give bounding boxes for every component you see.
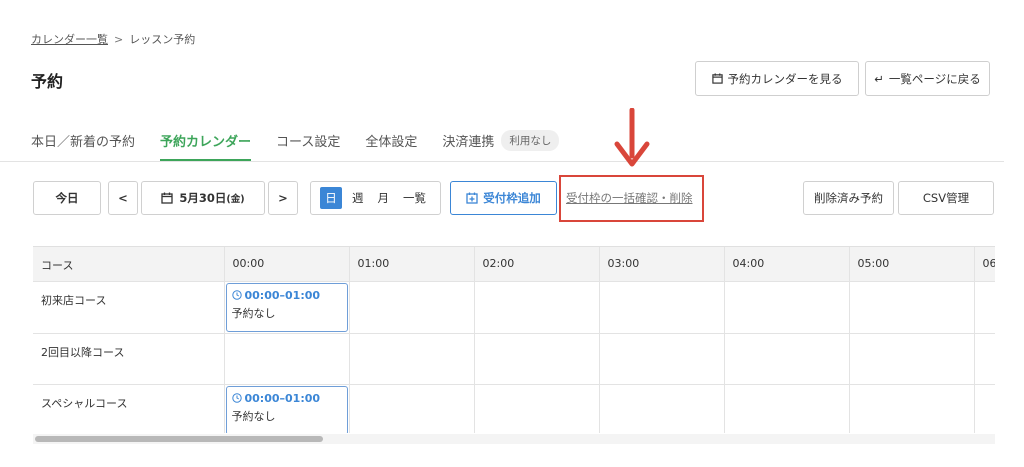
tab-payment-label: 決済連携: [442, 134, 495, 150]
view-month-button[interactable]: 月: [378, 190, 390, 206]
reservation-slot[interactable]: 00:00–01:00 予約なし: [225, 282, 348, 332]
slot-status: 予約なし: [231, 306, 276, 320]
time-cell[interactable]: [224, 333, 350, 385]
slot-time: 00:00–01:00: [244, 288, 321, 302]
csv-management-button[interactable]: CSV管理: [898, 181, 994, 215]
time-cell[interactable]: 00:00–01:00 予約なし: [224, 281, 350, 334]
clock-icon: [231, 393, 242, 403]
add-slot-button[interactable]: 受付枠追加: [450, 181, 557, 215]
column-header: 03:00: [599, 247, 725, 282]
table-row: スペシャルコース 00:00–01:00 予約なし: [33, 384, 995, 433]
course-name: 2回目以降コース: [33, 333, 225, 385]
time-cell[interactable]: [974, 281, 995, 334]
column-header: 00:00: [224, 247, 350, 282]
time-cell[interactable]: [974, 384, 995, 433]
view-week-button[interactable]: 週: [352, 190, 364, 206]
view-calendar-label: 予約カレンダーを見る: [727, 71, 843, 86]
breadcrumb-calendar-list-link[interactable]: カレンダー一覧: [31, 31, 108, 47]
back-to-list-label: 一覧ページに戻る: [888, 71, 981, 86]
scrollbar-thumb[interactable]: [35, 436, 323, 442]
clock-icon: [231, 290, 242, 300]
schedule-grid: コース 00:00 01:00 02:00 03:00 04:00 05:00 …: [33, 246, 995, 433]
time-cell[interactable]: [349, 333, 475, 385]
time-cell[interactable]: [349, 384, 475, 433]
time-cell[interactable]: [474, 281, 600, 334]
time-cell[interactable]: [474, 384, 600, 433]
table-row: 2回目以降コース: [33, 333, 995, 385]
view-switcher: 日 週 月 一覧: [310, 181, 441, 215]
column-header: 01:00: [349, 247, 475, 282]
back-to-list-button[interactable]: ↵ 一覧ページに戻る: [865, 61, 990, 96]
bulk-confirm-delete-link[interactable]: 受付枠の一括確認・削除: [566, 190, 693, 206]
calendar-icon: [161, 192, 174, 204]
course-name: スペシャルコース: [33, 384, 225, 433]
time-cell[interactable]: [849, 333, 975, 385]
weekday-label: (金): [226, 194, 245, 205]
deleted-reservations-button[interactable]: 削除済み予約: [803, 181, 894, 215]
view-calendar-button[interactable]: 予約カレンダーを見る: [695, 61, 859, 96]
time-cell[interactable]: [599, 384, 725, 433]
time-cell[interactable]: [474, 333, 600, 385]
slot-status: 予約なし: [231, 409, 276, 423]
time-cell[interactable]: [599, 281, 725, 334]
date-label: 5月30日: [179, 191, 227, 205]
view-day-button[interactable]: 日: [320, 187, 342, 209]
tabs-divider: [0, 161, 1004, 162]
slot-time: 00:00–01:00: [244, 391, 321, 405]
breadcrumb-current: レッスン予約: [129, 33, 196, 46]
tab-bar: 本日／新着の予約 予約カレンダー コース設定 全体設定 決済連携 利用なし: [31, 118, 584, 162]
column-header: 06:: [974, 247, 995, 282]
page-title: 予約: [31, 72, 64, 91]
tab-general-settings[interactable]: 全体設定: [365, 118, 417, 162]
time-cell[interactable]: [974, 333, 995, 385]
time-cell[interactable]: [849, 384, 975, 433]
tab-payment-integration[interactable]: 決済連携 利用なし: [442, 118, 560, 162]
tab-reservation-calendar[interactable]: 予約カレンダー: [160, 118, 252, 162]
column-header: コース: [33, 247, 225, 282]
add-slot-label: 受付枠追加: [483, 191, 541, 205]
table-row: 初来店コース 00:00–01:00 予約なし: [33, 281, 995, 334]
time-cell[interactable]: [599, 333, 725, 385]
course-name: 初来店コース: [33, 281, 225, 334]
tab-course-settings[interactable]: コース設定: [276, 118, 340, 162]
next-day-button[interactable]: >: [268, 181, 298, 215]
reservation-slot[interactable]: 00:00–01:00 予約なし: [225, 385, 348, 433]
view-list-button[interactable]: 一覧: [403, 190, 426, 206]
breadcrumb: カレンダー一覧 > レッスン予約: [31, 31, 195, 47]
today-button[interactable]: 今日: [33, 181, 101, 215]
status-badge: 利用なし: [501, 129, 560, 151]
prev-day-button[interactable]: <: [108, 181, 138, 215]
date-picker[interactable]: 5月30日(金): [141, 181, 265, 215]
breadcrumb-separator: >: [114, 32, 124, 46]
time-cell[interactable]: [724, 333, 850, 385]
table-header-row: コース 00:00 01:00 02:00 03:00 04:00 05:00 …: [33, 247, 995, 282]
time-cell[interactable]: 00:00–01:00 予約なし: [224, 384, 350, 433]
column-header: 02:00: [474, 247, 600, 282]
time-cell[interactable]: [724, 281, 850, 334]
column-header: 05:00: [849, 247, 975, 282]
time-cell[interactable]: [849, 281, 975, 334]
return-arrow-icon: ↵: [874, 71, 884, 86]
tab-today-new[interactable]: 本日／新着の予約: [31, 118, 135, 162]
time-cell[interactable]: [349, 281, 475, 334]
column-header: 04:00: [724, 247, 850, 282]
calendar-plus-icon: [466, 192, 478, 204]
horizontal-scrollbar[interactable]: [33, 434, 995, 444]
annotation-arrow-icon: [614, 108, 650, 167]
calendar-icon: [711, 73, 723, 84]
time-cell[interactable]: [724, 384, 850, 433]
